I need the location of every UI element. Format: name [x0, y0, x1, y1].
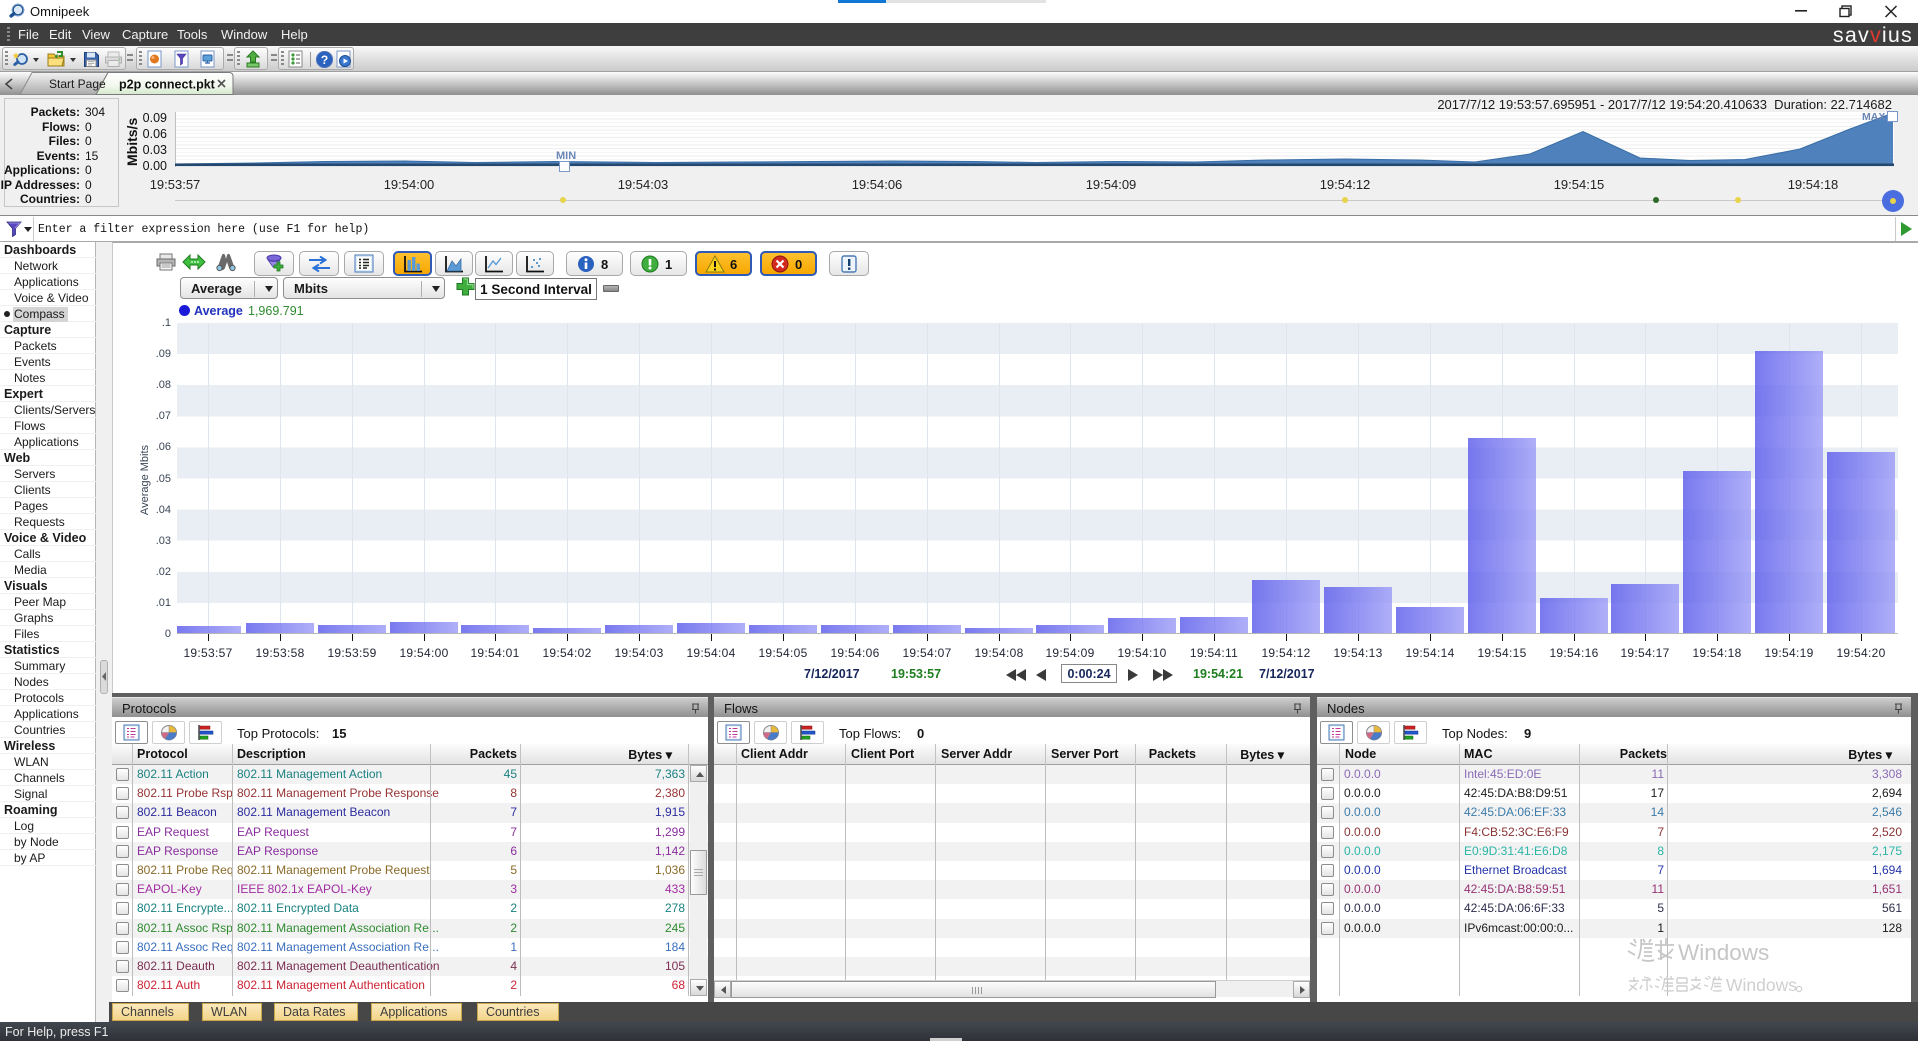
svg-text:?: ?: [321, 53, 328, 67]
svg-text:Windows: Windows: [1726, 975, 1797, 995]
svg-text:p2p connect.pkt: p2p connect.pkt: [119, 78, 216, 92]
svg-text:Start Page: Start Page: [49, 77, 106, 91]
svg-text:Windows: Windows: [1678, 940, 1769, 965]
